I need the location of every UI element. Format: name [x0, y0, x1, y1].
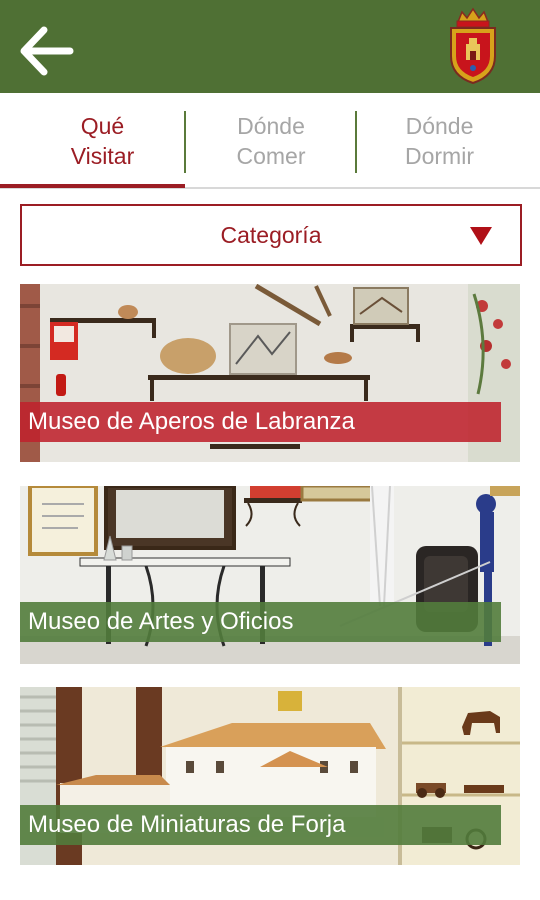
- arrow-left-icon: [20, 26, 74, 76]
- tab-que-visitar[interactable]: Qué Visitar: [20, 93, 185, 189]
- active-tab-indicator: [0, 184, 185, 188]
- tab-label-line1: Dónde: [405, 113, 474, 139]
- tab-divider: [184, 111, 186, 173]
- municipal-crest-icon: [440, 6, 506, 86]
- tab-donde-comer[interactable]: Dónde Comer: [187, 93, 355, 189]
- place-card-aperos[interactable]: Museo de Aperos de Labranza: [20, 284, 520, 462]
- place-card-title: Museo de Miniaturas de Forja: [20, 805, 501, 845]
- place-card-artes[interactable]: Museo de Artes y Oficios: [20, 486, 520, 664]
- place-card-miniaturas[interactable]: Museo de Miniaturas de Forja: [20, 687, 520, 865]
- tab-label-line1: Dónde: [237, 113, 305, 139]
- tab-label-line2: Comer: [236, 143, 306, 169]
- tab-label-line2: Dormir: [405, 143, 474, 169]
- app-header: [0, 0, 540, 93]
- section-tabs: Qué Visitar Dónde Comer Dónde Dormir: [0, 93, 540, 189]
- place-card-title: Museo de Aperos de Labranza: [20, 402, 501, 442]
- triangle-down-icon: [470, 227, 492, 245]
- category-dropdown[interactable]: Categoría: [20, 204, 522, 266]
- back-button[interactable]: [16, 24, 76, 80]
- tab-donde-dormir[interactable]: Dónde Dormir: [357, 93, 522, 189]
- category-dropdown-label: Categoría: [220, 222, 322, 248]
- tab-label-line2: Visitar: [70, 143, 135, 169]
- place-card-title: Museo de Artes y Oficios: [20, 602, 501, 642]
- tab-label-line1: Qué: [80, 113, 125, 139]
